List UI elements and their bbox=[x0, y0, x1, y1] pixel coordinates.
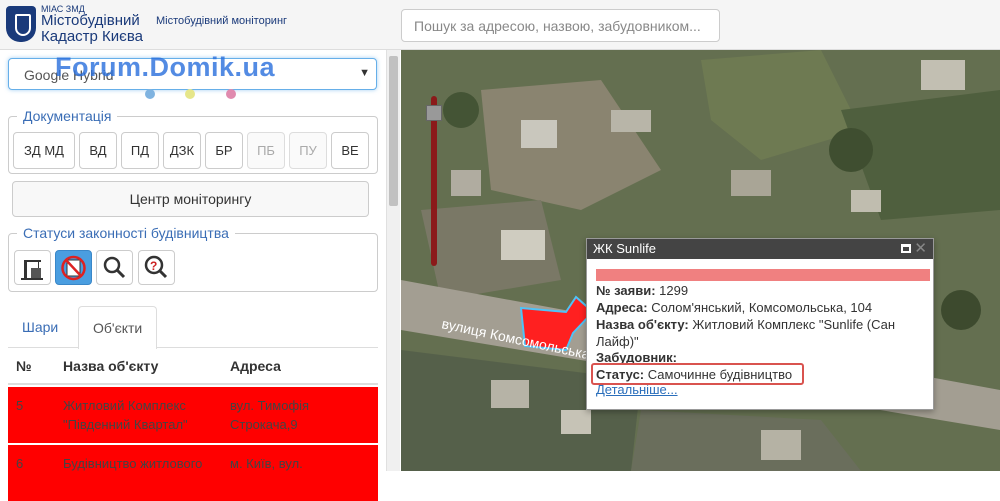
row-number: 6 bbox=[16, 456, 24, 471]
logo-title-line1[interactable]: Містобудівний bbox=[41, 13, 140, 29]
sidebar-tabs: Шари Об'єкти bbox=[8, 306, 378, 349]
status-crane-button[interactable] bbox=[14, 250, 51, 285]
address-label: Адреса: bbox=[596, 300, 648, 315]
layer-dot-pink[interactable] bbox=[226, 89, 236, 99]
status-color-bar bbox=[596, 269, 930, 281]
search-input[interactable] bbox=[401, 9, 720, 42]
doc-button-ve[interactable]: ВЕ bbox=[331, 132, 369, 169]
doc-button-pd[interactable]: ПД bbox=[121, 132, 159, 169]
sidebar: Google Hybrid ▼ Forum.Domik.ua Документа… bbox=[0, 50, 386, 501]
monitoring-center-button[interactable]: Центр моніторингу bbox=[12, 181, 369, 217]
address-line: Адреса: Солом'янський, Комсомольська, 10… bbox=[596, 299, 926, 316]
header: МІАС ЗМД Містобудівний Кадастр Києва Міс… bbox=[0, 0, 1000, 50]
magnifier-icon bbox=[103, 256, 126, 279]
status-question-button[interactable]: ? bbox=[138, 250, 175, 285]
tab-objects[interactable]: Об'єкти bbox=[78, 306, 158, 349]
column-header-name[interactable]: Назва об'єкту bbox=[63, 358, 158, 374]
layer-dot-yellow[interactable] bbox=[185, 89, 195, 99]
object-name-label: Назва об'єкту: bbox=[596, 317, 689, 332]
app-subtitle: Містобудівний моніторинг bbox=[156, 15, 288, 27]
sidebar-scrollbar[interactable] bbox=[386, 50, 400, 471]
status-no-building-button[interactable] bbox=[55, 250, 92, 285]
column-header-number[interactable]: № bbox=[16, 358, 32, 374]
caret-down-icon: ▼ bbox=[359, 67, 370, 79]
row-address: вул. Тимофія Строкача,9 bbox=[230, 398, 310, 432]
scrollbar-thumb[interactable] bbox=[389, 56, 398, 206]
doc-button-zdmd[interactable]: ЗД МД bbox=[13, 132, 75, 169]
table-row[interactable]: 5 Житловий Комплекс "Південний Квартал" … bbox=[8, 387, 378, 443]
status-search-button[interactable] bbox=[96, 250, 133, 285]
question-magnifier-icon: ? bbox=[144, 255, 168, 279]
maximize-icon[interactable] bbox=[901, 244, 911, 253]
row-name: Будівництво житлового bbox=[63, 456, 203, 471]
row-address: м. Київ, вул. bbox=[230, 456, 303, 471]
row-name: Житловий Комплекс "Південний Квартал" bbox=[63, 398, 188, 432]
doc-button-pb: ПБ bbox=[247, 132, 285, 169]
forum-watermark: Forum.Domik.ua bbox=[55, 52, 276, 82]
crane-icon bbox=[21, 260, 43, 280]
svg-text:?: ? bbox=[150, 259, 157, 273]
doc-button-dzk[interactable]: ДЗК bbox=[163, 132, 201, 169]
tab-layers[interactable]: Шари bbox=[8, 306, 72, 348]
status-highlight-box bbox=[591, 363, 804, 385]
column-header-address[interactable]: Адреса bbox=[230, 358, 281, 374]
table-header-divider bbox=[8, 383, 378, 385]
address-value: Солом'янський, Комсомольська, 104 bbox=[651, 300, 873, 315]
documentation-legend: Документація bbox=[23, 108, 112, 124]
application-number-line: № заяви: 1299 bbox=[596, 282, 926, 299]
zoom-slider-handle[interactable] bbox=[426, 105, 442, 121]
application-number-label: № заяви: bbox=[596, 283, 656, 298]
popup-title: ЖК Sunlife bbox=[587, 239, 933, 259]
doc-button-pu: ПУ bbox=[289, 132, 327, 169]
no-building-icon bbox=[61, 255, 86, 281]
kyiv-emblem-icon[interactable] bbox=[6, 6, 36, 42]
zoom-slider-track[interactable] bbox=[431, 96, 437, 266]
application-number-value: 1299 bbox=[659, 283, 689, 298]
doc-button-br[interactable]: БР bbox=[205, 132, 243, 169]
table-row[interactable]: 6 Будівництво житлового м. Київ, вул. bbox=[8, 445, 378, 501]
doc-button-vd[interactable]: ВД bbox=[79, 132, 117, 169]
layer-dot-blue[interactable] bbox=[145, 89, 155, 99]
statuses-legend: Статуси законності будівництва bbox=[23, 225, 229, 241]
row-number: 5 bbox=[16, 398, 24, 413]
close-icon[interactable]: ✕ bbox=[914, 239, 927, 257]
logo-title-line2[interactable]: Кадастр Києва bbox=[41, 29, 143, 45]
object-name-line: Назва об'єкту: Житловий Комплекс "Sunlif… bbox=[596, 316, 926, 350]
